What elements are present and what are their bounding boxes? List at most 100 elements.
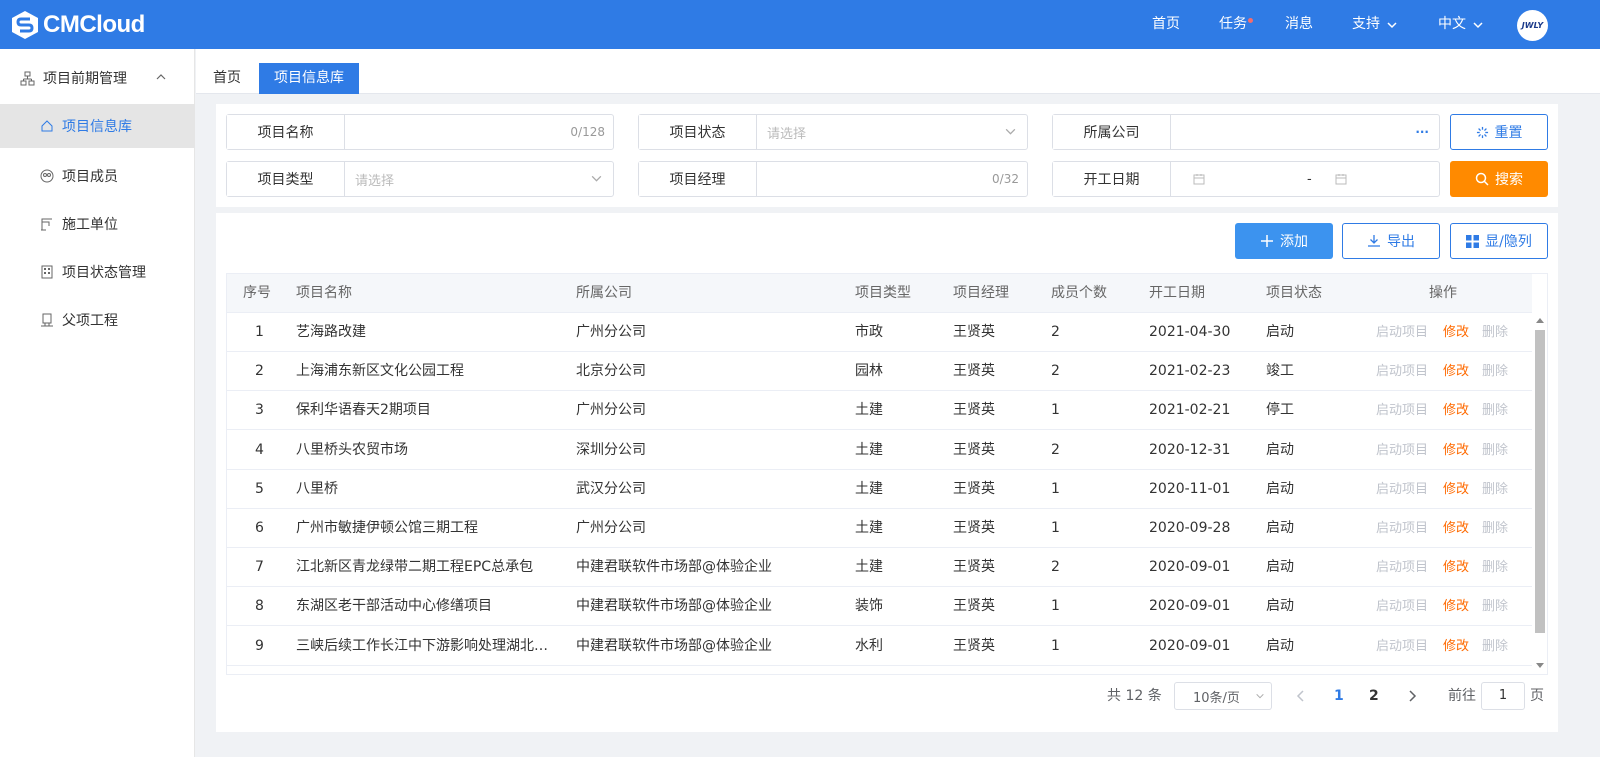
table-cell: 9 <box>255 637 264 654</box>
tab-home[interactable]: 首页 <box>198 63 256 94</box>
export-button[interactable]: 导出 <box>1342 223 1440 259</box>
filter-label: 开工日期 <box>1053 162 1171 196</box>
sidebar-item-status-management[interactable]: 项目状态管理 <box>0 250 195 294</box>
loading-icon <box>1476 126 1488 138</box>
chevron-up-icon <box>156 74 166 80</box>
search-button[interactable]: 搜索 <box>1450 161 1548 197</box>
sidebar-item-label: 施工单位 <box>62 217 118 233</box>
delete-link[interactable]: 删除 <box>1482 391 1508 430</box>
start-project-link[interactable]: 启动项目 <box>1376 391 1428 430</box>
project-type-select[interactable]: 请选择 <box>345 162 613 196</box>
delete-link[interactable]: 删除 <box>1482 431 1508 470</box>
scroll-up-icon[interactable] <box>1536 317 1544 323</box>
scrollbar-thumb[interactable] <box>1535 330 1545 633</box>
delete-link[interactable]: 删除 <box>1482 470 1508 509</box>
page-1[interactable]: 1 <box>1334 682 1344 710</box>
column-header: 项目名称 <box>296 285 352 301</box>
table-cell: 广州分公司 <box>576 324 646 340</box>
start-project-link[interactable]: 启动项目 <box>1376 587 1428 626</box>
chevron-down-icon <box>1256 693 1264 699</box>
column-header: 所属公司 <box>576 285 632 301</box>
start-project-link[interactable]: 启动项目 <box>1376 627 1428 666</box>
goto-page-input[interactable]: 1 <box>1481 682 1525 710</box>
nav-messages[interactable]: 消息 <box>1285 0 1313 49</box>
nav-home[interactable]: 首页 <box>1152 0 1180 49</box>
prev-page-icon[interactable] <box>1296 690 1306 702</box>
edit-link[interactable]: 修改 <box>1443 509 1469 548</box>
tab-project-library[interactable]: 项目信息库 <box>259 63 359 94</box>
table-cell: 深圳分公司 <box>576 441 646 458</box>
nav-support[interactable]: 支持 <box>1352 0 1398 49</box>
page-2[interactable]: 2 <box>1369 682 1379 710</box>
nav-tasks[interactable]: 任务 <box>1219 0 1253 49</box>
more-icon[interactable]: ··· <box>1415 125 1429 139</box>
edit-link[interactable]: 修改 <box>1443 352 1469 391</box>
language-switch[interactable]: 中文 <box>1438 0 1484 49</box>
tab-bar: 首页 项目信息库 <box>196 49 1600 94</box>
next-page-icon[interactable] <box>1407 690 1417 702</box>
start-project-link[interactable]: 启动项目 <box>1376 352 1428 391</box>
filter-project-type: 项目类型 请选择 <box>226 161 614 197</box>
start-project-link[interactable]: 启动项目 <box>1376 548 1428 587</box>
project-manager-input[interactable]: 0/32 <box>757 162 1027 196</box>
delete-link[interactable]: 删除 <box>1482 587 1508 626</box>
scroll-down-icon[interactable] <box>1536 663 1544 669</box>
brand-logo[interactable]: CMCloud <box>10 9 145 41</box>
sidebar-item-project-library[interactable]: 项目信息库 <box>0 104 195 148</box>
edit-link[interactable]: 修改 <box>1443 548 1469 587</box>
delete-link[interactable]: 删除 <box>1482 352 1508 391</box>
date-range-picker[interactable]: - <box>1171 162 1439 196</box>
table-row: 6 广州市敏捷伊顿公馆三期工程 广州分公司 土建 王贤英 1 2020-09-28 启动 启动项… <box>227 509 1532 548</box>
start-project-link[interactable]: 启动项目 <box>1376 509 1428 548</box>
filter-label: 项目类型 <box>227 162 345 196</box>
start-project-link[interactable]: 启动项目 <box>1376 470 1428 509</box>
table-cell: 2021-04-30 <box>1149 324 1231 340</box>
start-project-link[interactable]: 启动项目 <box>1376 313 1428 352</box>
table-cell: 2 <box>1051 559 1060 576</box>
table-cell: 上海浦东新区文化公园工程 <box>296 363 464 380</box>
delete-link[interactable]: 删除 <box>1482 509 1508 548</box>
columns-label: 显/隐列 <box>1485 234 1532 250</box>
filter-project-status: 项目状态 请选择 <box>638 114 1028 150</box>
user-avatar[interactable]: JWLY <box>1517 10 1548 41</box>
page-size-value: 10条/页 <box>1193 690 1240 706</box>
column-header: 成员个数 <box>1051 285 1107 301</box>
select-placeholder: 请选择 <box>355 173 395 189</box>
delete-link[interactable]: 删除 <box>1482 627 1508 666</box>
edit-link[interactable]: 修改 <box>1443 470 1469 509</box>
start-project-link[interactable]: 启动项目 <box>1376 431 1428 470</box>
sidebar-item-label: 父项工程 <box>62 313 118 329</box>
table-cell: 王贤英 <box>953 598 995 615</box>
table-scrollbar[interactable] <box>1532 313 1547 674</box>
sidebar-item-members[interactable]: 项目成员 <box>0 154 195 198</box>
sidebar-item-construction-unit[interactable]: 施工单位 <box>0 202 195 246</box>
sidebar-item-parent-project[interactable]: 父项工程 <box>0 298 195 342</box>
sidebar-group-label: 项目前期管理 <box>43 71 127 87</box>
edit-link[interactable]: 修改 <box>1443 313 1469 352</box>
edit-link[interactable]: 修改 <box>1443 391 1469 430</box>
edit-link[interactable]: 修改 <box>1443 627 1469 666</box>
company-input[interactable]: ··· <box>1171 115 1439 149</box>
table-cell: 2020-11-01 <box>1149 480 1231 497</box>
chevron-down-icon <box>1387 21 1397 28</box>
date-separator: - <box>1307 171 1312 187</box>
edit-link[interactable]: 修改 <box>1443 587 1469 626</box>
project-name-input[interactable]: 0/128 <box>345 115 613 149</box>
delete-link[interactable]: 删除 <box>1482 548 1508 587</box>
logo-icon <box>12 11 38 39</box>
project-status-select[interactable]: 请选择 <box>757 115 1027 149</box>
nav-support-label: 支持 <box>1352 16 1380 32</box>
sidebar-group-preliminary[interactable]: 项目前期管理 <box>0 53 195 103</box>
column-header: 操作 <box>1429 285 1457 301</box>
table-cell: 八里桥头农贸市场 <box>296 441 408 458</box>
reset-button[interactable]: 重置 <box>1450 114 1548 150</box>
delete-link[interactable]: 删除 <box>1482 313 1508 352</box>
column-header: 开工日期 <box>1149 285 1205 301</box>
select-placeholder: 请选择 <box>767 126 807 142</box>
table-cell: 水利 <box>855 637 883 654</box>
toggle-columns-button[interactable]: 显/隐列 <box>1450 223 1548 259</box>
page-size-select[interactable]: 10条/页 <box>1174 682 1272 710</box>
table-cell: 6 <box>255 520 264 536</box>
add-button[interactable]: 添加 <box>1235 223 1333 259</box>
edit-link[interactable]: 修改 <box>1443 431 1469 470</box>
